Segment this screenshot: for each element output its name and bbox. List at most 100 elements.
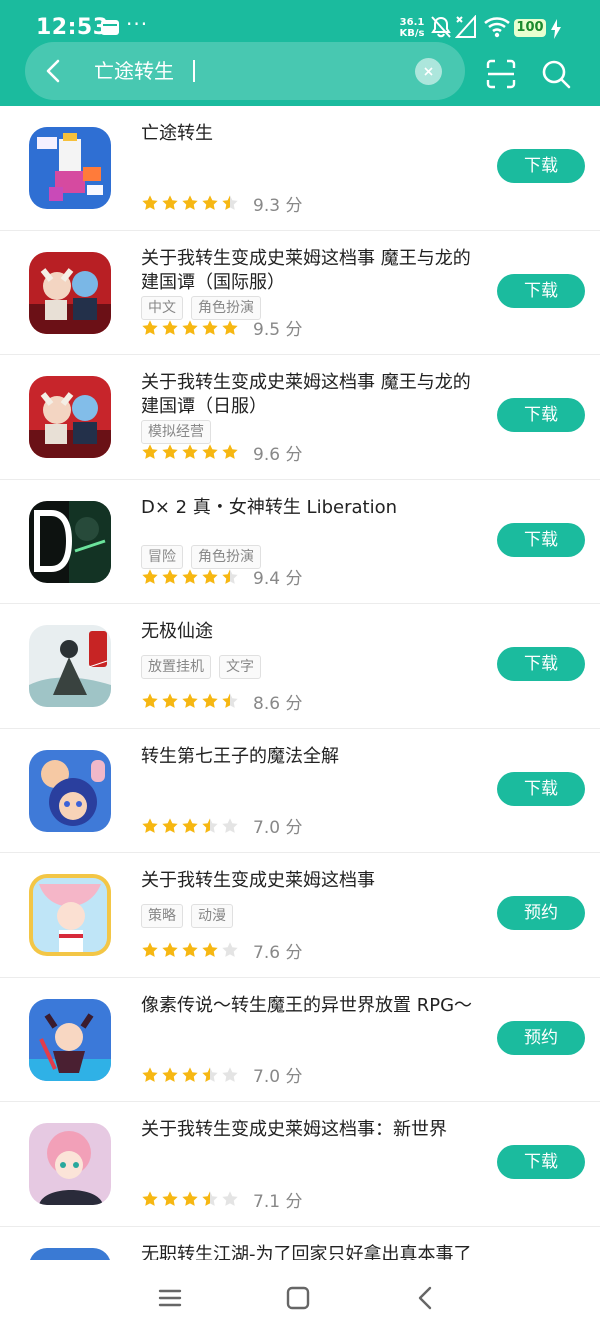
search-results-list[interactable]: 亡途转生 9.3 分下载 关于我转生变成史莱姆这档事 魔王与龙的建国谭（国际服） 中文… bbox=[0, 106, 600, 1260]
rating-stars bbox=[141, 443, 239, 461]
anime-event-icon[interactable] bbox=[29, 251, 111, 334]
slime-new-world-icon[interactable] bbox=[29, 1123, 111, 1205]
star-icon bbox=[182, 817, 198, 833]
app-title[interactable]: 关于我转生变成史莱姆这档事 魔王与龙的建国谭（日服） bbox=[141, 371, 486, 419]
star-icon bbox=[142, 568, 158, 584]
rating-score: 7.0 分 bbox=[253, 1067, 303, 1087]
slime-girl-icon[interactable] bbox=[29, 874, 111, 956]
home-icon[interactable] bbox=[284, 1284, 312, 1312]
app-rating: 9.3 分 bbox=[141, 191, 302, 216]
jianghu-icon[interactable] bbox=[29, 1247, 111, 1260]
star-icon bbox=[162, 817, 178, 833]
app-rating: 7.1 分 bbox=[141, 1187, 302, 1212]
star-icon bbox=[202, 1191, 218, 1206]
star-icon bbox=[222, 942, 238, 957]
app-rating: 7.0 分 bbox=[141, 813, 302, 838]
app-title[interactable]: 关于我转生变成史莱姆这档事：新世界 bbox=[141, 1118, 486, 1142]
download-button[interactable]: 下载 bbox=[497, 149, 585, 183]
charging-bolt-icon bbox=[551, 19, 561, 39]
back-arrow-icon[interactable] bbox=[39, 56, 69, 86]
download-button[interactable]: 下载 bbox=[497, 647, 585, 681]
genre-tag: 文字 bbox=[219, 655, 261, 679]
star-icon bbox=[182, 942, 198, 957]
app-title[interactable]: 关于我转生变成史莱姆这档事 魔王与龙的建国谭（国际服） bbox=[141, 247, 486, 295]
rating-stars bbox=[141, 194, 239, 212]
more-notifications-icon: ··· bbox=[126, 12, 149, 36]
app-title[interactable]: D× 2 真・女神转生 Liberation bbox=[141, 496, 486, 520]
app-list-item[interactable]: 转生第七王子的魔法全解 7.0 分 下载 bbox=[0, 729, 600, 853]
app-list-item[interactable]: 关于我转生变成史莱姆这档事 策略 动漫 7.6 分 预约 bbox=[0, 853, 600, 978]
star-icon bbox=[202, 568, 218, 584]
app-title[interactable]: 亡途转生 bbox=[141, 122, 486, 146]
rating-score: 9.4 分 bbox=[253, 569, 303, 589]
star-icon bbox=[202, 444, 218, 459]
genre-tag: 策略 bbox=[141, 904, 183, 928]
star-icon bbox=[182, 1191, 198, 1206]
app-rating: 9.5 分 bbox=[141, 315, 302, 340]
clear-search-icon[interactable] bbox=[415, 58, 442, 85]
download-button[interactable]: 下载 bbox=[497, 398, 585, 432]
app-title[interactable]: 无职转生江湖-为了回家只好拿出真本事了 bbox=[141, 1243, 486, 1261]
search-input[interactable]: 亡途转生 bbox=[94, 57, 174, 85]
app-list-item[interactable]: 无职转生江湖-为了回家只好拿出真本事了 bbox=[0, 1227, 600, 1261]
dx2-icon[interactable] bbox=[29, 500, 111, 583]
menu-icon[interactable] bbox=[156, 1284, 184, 1312]
app-list-item[interactable]: 无极仙途 放置挂机 文字 8.6 分 下载 bbox=[0, 604, 600, 729]
demon-king-icon[interactable] bbox=[29, 998, 111, 1081]
star-icon bbox=[202, 942, 218, 957]
app-title[interactable]: 关于我转生变成史莱姆这档事 bbox=[141, 869, 486, 893]
star-icon bbox=[142, 319, 158, 335]
reserve-button[interactable]: 预约 bbox=[497, 1020, 585, 1055]
app-list-item[interactable]: D× 2 真・女神转生 Liberation 冒险 角色扮演 9.4 分下载 bbox=[0, 480, 600, 604]
app-list-item[interactable]: 关于我转生变成史莱姆这档事 魔王与龙的建国谭（国际服） 中文 角色扮演 9.5 分下载 bbox=[0, 231, 600, 355]
back-icon[interactable] bbox=[412, 1284, 440, 1312]
star-icon bbox=[202, 817, 218, 833]
app-list-item[interactable]: 关于我转生变成史莱姆这档事 魔王与龙的建国谭（日服） 模拟经营 9.6 分下载 bbox=[0, 355, 600, 480]
text-cursor bbox=[193, 60, 195, 82]
genre-tag: 动漫 bbox=[191, 904, 233, 928]
download-button[interactable]: 下载 bbox=[497, 273, 585, 308]
app-rating: 7.6 分 bbox=[141, 938, 302, 963]
network-speed: 36.1 KB/s bbox=[399, 17, 425, 39]
top-header: 12:53 ··· 36.1 KB/s 100 亡途转生 bbox=[0, 0, 600, 106]
rating-score: 7.0 分 bbox=[253, 818, 303, 838]
star-icon bbox=[162, 942, 178, 957]
notification-card-icon bbox=[101, 20, 119, 35]
star-icon bbox=[202, 319, 218, 335]
star-icon bbox=[182, 195, 198, 210]
mute-bell-icon bbox=[431, 16, 451, 38]
star-icon bbox=[162, 195, 178, 210]
star-icon bbox=[202, 195, 218, 210]
star-icon bbox=[162, 693, 178, 708]
genre-tag: 放置挂机 bbox=[141, 655, 211, 679]
rating-stars bbox=[141, 692, 239, 710]
search-icon[interactable] bbox=[540, 58, 572, 90]
reserve-button[interactable]: 预约 bbox=[497, 896, 585, 930]
app-rating: 9.6 分 bbox=[141, 440, 302, 465]
rating-score: 9.6 分 bbox=[253, 444, 303, 465]
star-icon bbox=[142, 1191, 158, 1206]
star-icon bbox=[182, 444, 198, 459]
immortal-icon[interactable] bbox=[29, 625, 111, 707]
wifi-icon bbox=[484, 17, 510, 38]
star-icon bbox=[162, 444, 178, 459]
download-button[interactable]: 下载 bbox=[497, 771, 585, 806]
rating-score: 7.1 分 bbox=[253, 1191, 303, 1212]
app-rating: 7.0 分 bbox=[141, 1062, 302, 1087]
star-icon bbox=[162, 319, 178, 335]
download-button[interactable]: 下载 bbox=[497, 522, 585, 557]
app-title[interactable]: 无极仙途 bbox=[141, 620, 486, 644]
search-bar[interactable]: 亡途转生 bbox=[25, 42, 465, 100]
seventh-prince-icon[interactable] bbox=[29, 749, 111, 832]
app-list-item[interactable]: 像素传说～转生魔王的异世界放置 RPG～ 7.0 分 预约 bbox=[0, 978, 600, 1102]
star-icon bbox=[142, 444, 158, 459]
scan-icon[interactable] bbox=[485, 58, 517, 90]
pixel-anime-icon[interactable] bbox=[29, 127, 111, 209]
star-icon bbox=[182, 319, 198, 335]
app-title[interactable]: 转生第七王子的魔法全解 bbox=[141, 745, 486, 769]
app-title[interactable]: 像素传说～转生魔王的异世界放置 RPG～ bbox=[141, 994, 486, 1018]
app-list-item[interactable]: 关于我转生变成史莱姆这档事：新世界 7.1 分 下载 bbox=[0, 1102, 600, 1227]
app-list-item[interactable]: 亡途转生 9.3 分 下载 bbox=[0, 106, 600, 231]
anime-event-jp-icon[interactable] bbox=[29, 376, 111, 458]
download-button[interactable]: 下载 bbox=[497, 1145, 585, 1179]
